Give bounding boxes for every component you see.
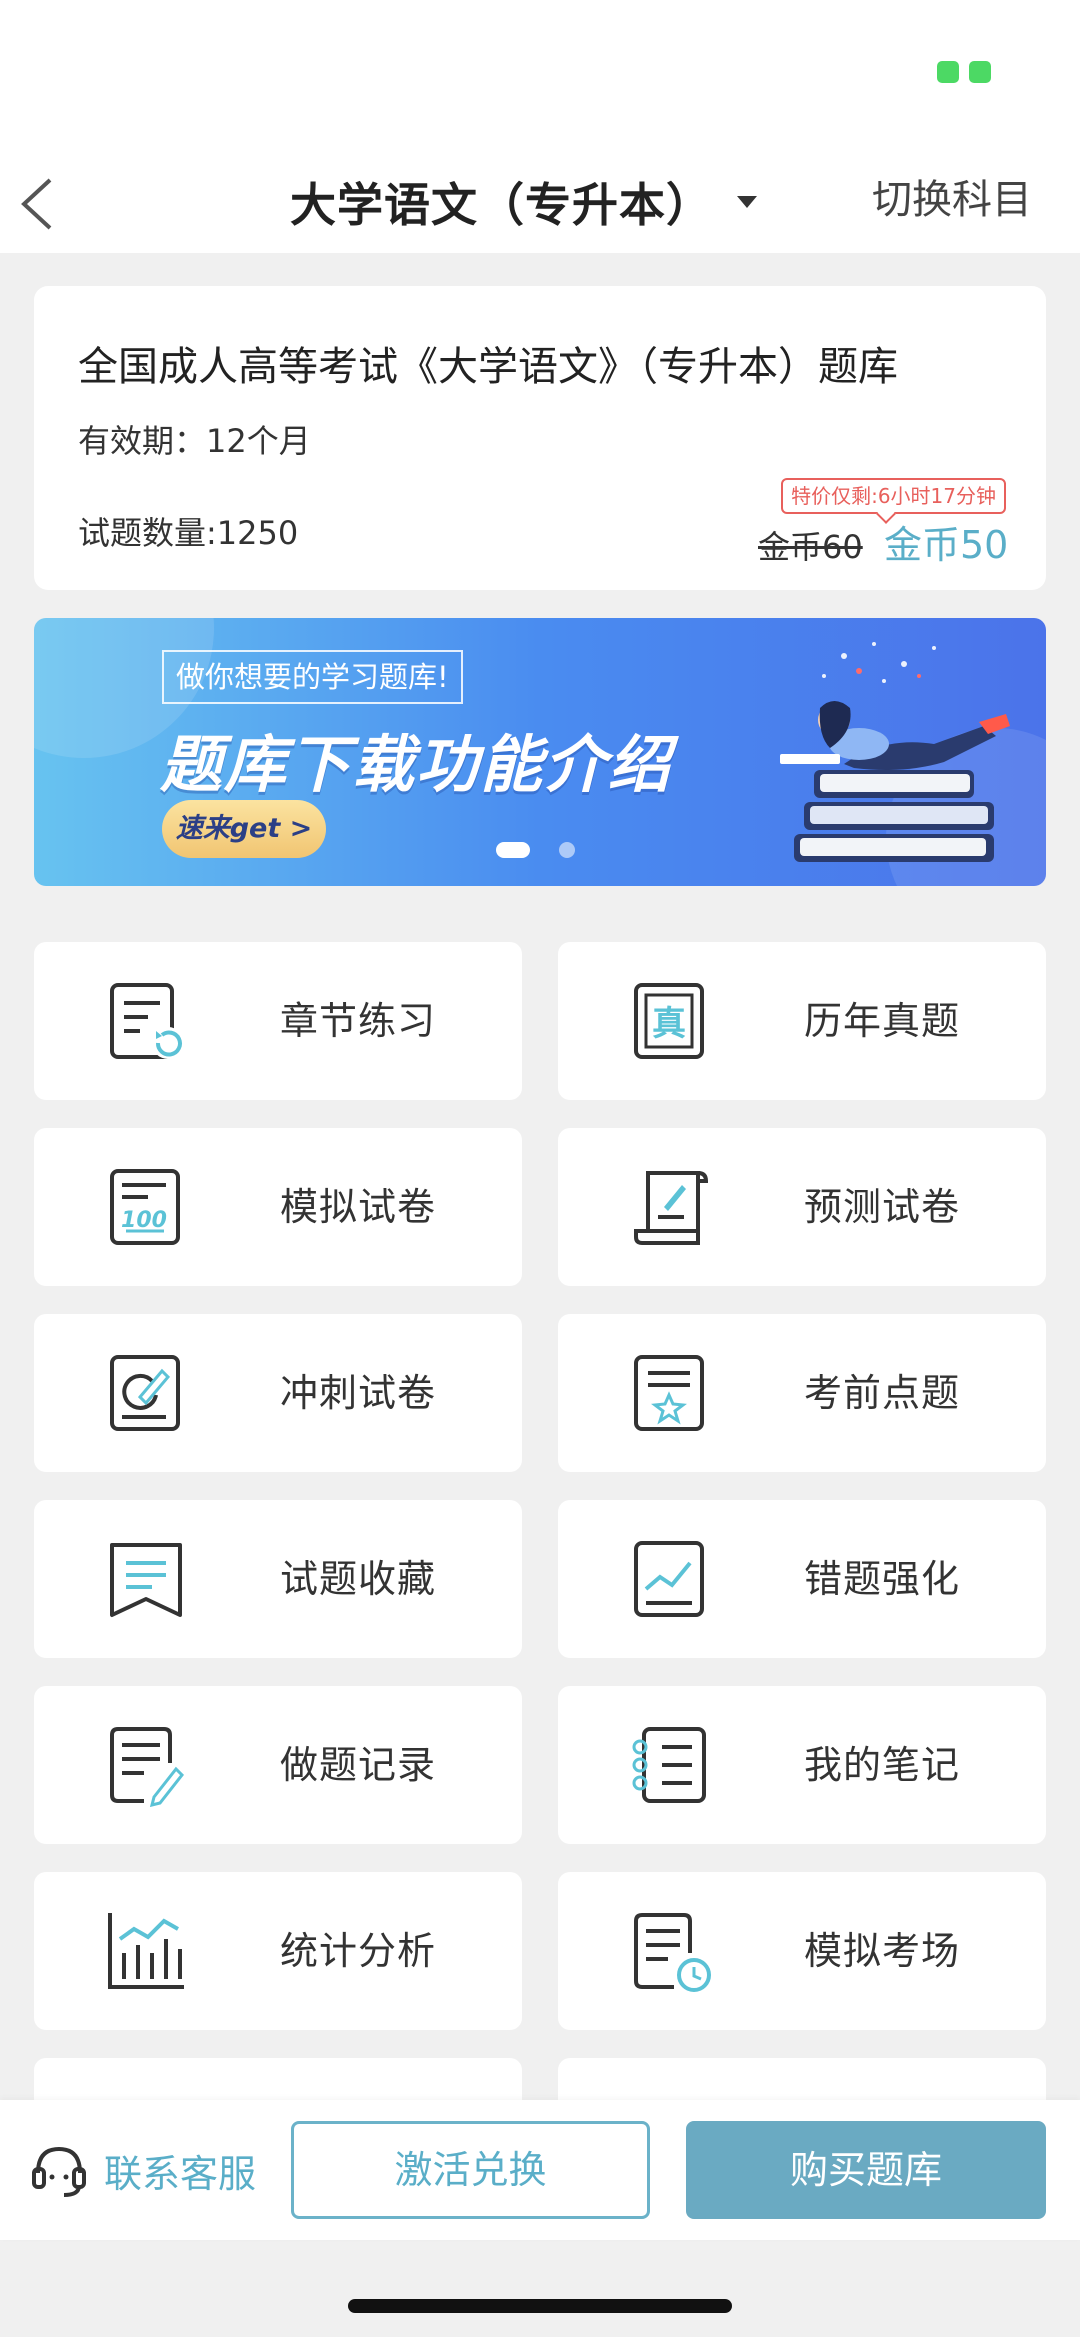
banner-title: 题库下载功能介绍 [160, 728, 673, 801]
tile-label: 做题记录 [280, 1743, 437, 1787]
buy-question-bank-button[interactable]: 购买题库 [686, 2121, 1046, 2219]
tile-label: 历年真题 [804, 999, 961, 1043]
tile-notes[interactable]: 我的笔记 [558, 1686, 1046, 1844]
tile-label: 统计分析 [280, 1929, 437, 1973]
caret-down-icon [737, 196, 757, 208]
carousel-dot[interactable] [559, 842, 575, 858]
notes-icon [632, 1727, 706, 1803]
sprint-paper-icon [110, 1355, 180, 1431]
subject-title-dropdown[interactable]: 大学语文（专升本） [290, 162, 757, 242]
statistics-icon [108, 1913, 184, 1989]
sale-price: 金币50 [884, 523, 1009, 567]
tile-chapter-practice[interactable]: 章节练习 [34, 942, 522, 1100]
tile-label: 章节练习 [280, 999, 437, 1043]
carousel-dot-active[interactable] [496, 842, 530, 858]
customer-service-label: 联系客服 [104, 2151, 257, 2196]
headset-icon [32, 2146, 86, 2197]
tile-key-points[interactable]: 考前点题 [558, 1314, 1046, 1472]
question-bank-info-card: 全国成人高等考试《大学语文》（专升本）题库 有效期：12个月 试题数量:1250… [34, 286, 1046, 590]
home-indicator [348, 2299, 732, 2313]
tile-statistics[interactable]: 统计分析 [34, 1872, 522, 2030]
page-title: 大学语文（专升本） [290, 178, 713, 232]
nav-bar: 大学语文（专升本） 切换科目 [0, 150, 1080, 253]
tile-label: 我的笔记 [804, 1743, 961, 1787]
tile-label: 模拟试卷 [280, 1185, 437, 1229]
tile-label: 考前点题 [804, 1371, 961, 1415]
tile-favorites[interactable]: 试题收藏 [34, 1500, 522, 1658]
promo-countdown-badge: 特价仅剩:6小时17分钟 [781, 478, 1006, 514]
tile-wrong-questions[interactable]: 错题强化 [558, 1500, 1046, 1658]
banner-tagline: 做你想要的学习题库! [162, 650, 463, 704]
tile-sprint-paper[interactable]: 冲刺试卷 [34, 1314, 522, 1472]
key-points-icon [634, 1355, 704, 1431]
status-bar [0, 0, 1080, 150]
chevron-left-icon [21, 178, 52, 230]
tile-prediction-paper[interactable]: 预测试卷 [558, 1128, 1046, 1286]
promo-banner[interactable]: 做你想要的学习题库! 题库下载功能介绍 速来get > [34, 618, 1046, 886]
tile-label: 试题收藏 [280, 1557, 437, 1601]
tile-past-exams[interactable]: 真 历年真题 [558, 942, 1046, 1100]
favorites-icon [110, 1543, 182, 1617]
mock-paper-icon: 100 [110, 1169, 180, 1245]
past-exams-icon: 真 [634, 983, 704, 1059]
tile-label: 预测试卷 [804, 1185, 961, 1229]
validity-period: 有效期：12个月 [78, 422, 311, 460]
tile-mock-paper[interactable]: 100 模拟试卷 [34, 1128, 522, 1286]
bottom-action-bar: 联系客服 激活兑换 购买题库 [0, 2100, 1080, 2240]
tile-label: 冲刺试卷 [280, 1371, 437, 1415]
reading-girl-illustration [780, 642, 1010, 862]
wrong-questions-icon [634, 1541, 704, 1617]
back-button[interactable] [14, 166, 64, 236]
chapter-practice-icon [110, 983, 184, 1059]
tile-label: 错题强化 [804, 1557, 961, 1601]
question-count: 试题数量:1250 [78, 514, 299, 552]
svg-text:真: 真 [652, 1004, 686, 1044]
customer-service-button[interactable]: 联系客服 [28, 2124, 256, 2216]
original-price: 金币60 [758, 528, 863, 566]
tile-label: 模拟考场 [804, 1929, 961, 1973]
battery-status-icon [937, 61, 991, 83]
banner-cta-button[interactable]: 速来get > [162, 800, 326, 858]
tile-mock-exam-room[interactable]: 模拟考场 [558, 1872, 1046, 2030]
activate-redeem-button[interactable]: 激活兑换 [291, 2121, 650, 2219]
bank-title: 全国成人高等考试《大学语文》（专升本）题库 [78, 344, 898, 390]
switch-subject-button[interactable]: 切换科目 [872, 170, 1032, 230]
practice-record-icon [110, 1727, 185, 1807]
prediction-paper-icon [634, 1171, 709, 1245]
mock-exam-room-icon [634, 1913, 711, 1992]
tile-practice-record[interactable]: 做题记录 [34, 1686, 522, 1844]
svg-text:100: 100 [121, 1208, 167, 1233]
